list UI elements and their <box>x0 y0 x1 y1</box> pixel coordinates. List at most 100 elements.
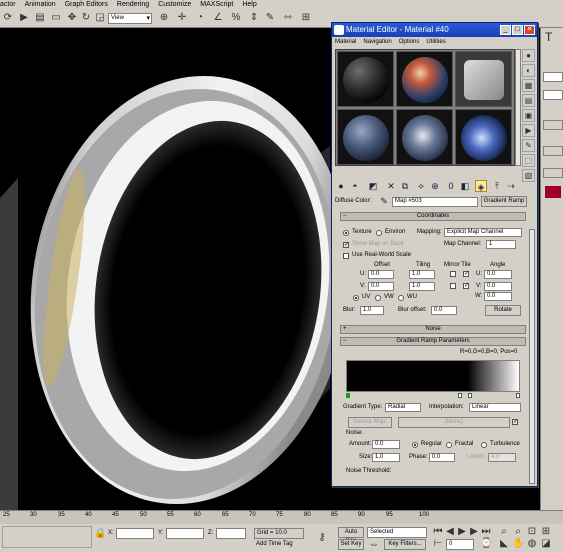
fractal-radio[interactable] <box>446 442 452 448</box>
menu-maxscript[interactable]: MAXScript <box>200 0 233 10</box>
environ-radio[interactable] <box>376 230 382 236</box>
select-object-icon[interactable]: ▶ <box>18 12 30 24</box>
rollouts-scrollbar[interactable] <box>529 229 535 484</box>
object-color-swatch[interactable] <box>545 186 561 198</box>
video-color-check-icon[interactable]: ▣ <box>522 109 535 122</box>
menu-help[interactable]: Help <box>242 0 256 10</box>
go-forward-sibling-icon[interactable]: ⇢ <box>505 180 517 192</box>
material-editor-titlebar[interactable]: Material Editor - Material #40 _ □ ✕ <box>332 23 537 37</box>
pivot-icon[interactable]: ⊕ <box>158 12 170 24</box>
tiling-v-field[interactable]: 1.0 <box>409 282 435 291</box>
select-by-name-icon[interactable]: ▤ <box>34 12 46 24</box>
sample-type-icon[interactable]: ● <box>522 49 535 62</box>
hammer-icon[interactable]: T <box>545 30 559 44</box>
source-map-enable-checkbox[interactable]: ✓ <box>512 419 518 425</box>
regular-radio[interactable] <box>412 442 418 448</box>
real-world-scale-checkbox[interactable] <box>343 253 349 259</box>
current-frame-field[interactable]: 0 <box>446 539 474 550</box>
backlight-icon[interactable]: ◐ <box>522 64 535 77</box>
sample-slots-scrollbar[interactable] <box>515 49 521 166</box>
gradient-type-select[interactable]: Radial <box>385 403 421 412</box>
spinner-snap-icon[interactable]: ⇕ <box>248 12 260 24</box>
percent-snap-icon[interactable]: % <box>230 12 242 24</box>
reset-map-icon[interactable]: ✕ <box>385 180 397 192</box>
sample-slot[interactable] <box>455 109 512 165</box>
panel-button-2[interactable] <box>543 146 563 156</box>
lock-icon[interactable]: 🔒 <box>94 528 106 540</box>
key-mode-select[interactable]: Selected <box>367 527 427 538</box>
copy-material-icon[interactable]: ⧉ <box>399 180 411 192</box>
scale-icon[interactable]: ◲ <box>94 12 106 24</box>
rotate-icon[interactable]: ↻ <box>80 12 92 24</box>
gradient-flag-start[interactable] <box>346 393 350 398</box>
phase-field[interactable]: 0.0 <box>429 453 455 462</box>
turbulence-radio[interactable] <box>481 442 487 448</box>
coordinates-rollout-header[interactable]: − Coordinates <box>340 212 526 221</box>
angle-w-field[interactable]: 0.0 <box>484 292 512 301</box>
mirror-v-checkbox[interactable] <box>450 283 456 289</box>
get-material-icon[interactable]: ● <box>335 180 347 192</box>
named-selection-icon[interactable]: ✎ <box>264 12 276 24</box>
angle-u-field[interactable]: 0.0 <box>484 270 512 279</box>
sample-slot[interactable] <box>337 51 394 107</box>
minimize-button[interactable]: _ <box>500 25 511 35</box>
angle-v-field[interactable]: 0.0 <box>484 282 512 291</box>
select-region-icon[interactable]: ▭ <box>50 12 62 24</box>
pan-icon[interactable]: ✋ <box>512 538 524 550</box>
assign-material-icon[interactable]: ◩ <box>367 180 379 192</box>
noise-rollout-header[interactable]: + Noise <box>340 325 526 334</box>
menu-material[interactable]: Material <box>335 37 356 47</box>
mirror-icon[interactable]: ⇿ <box>282 12 294 24</box>
menu-rendering[interactable]: Rendering <box>117 0 149 10</box>
play-icon[interactable]: ▶ <box>456 526 468 538</box>
map-name-field[interactable]: Map #503 <box>392 197 478 207</box>
auto-key-button[interactable]: Auto Key <box>338 527 364 544</box>
key-mode-toggle-icon[interactable]: ⊢ <box>432 538 444 550</box>
go-start-icon[interactable]: ⏮ <box>432 526 444 538</box>
tiling-u-field[interactable]: 1.0 <box>409 270 435 279</box>
sample-slot[interactable] <box>396 51 453 107</box>
maximize-button[interactable]: □ <box>512 25 523 35</box>
time-config-icon[interactable]: ⌚ <box>480 538 492 550</box>
go-end-icon[interactable]: ⏭ <box>480 526 492 538</box>
menu-utilities[interactable]: Utilities <box>426 37 445 47</box>
menu-customize[interactable]: Customize <box>158 0 191 10</box>
arc-rotate-icon[interactable]: ◍ <box>526 538 538 550</box>
x-coord-field[interactable] <box>116 528 154 539</box>
tile-u-checkbox[interactable]: ✓ <box>463 271 469 277</box>
gradient-ramp-rollout-header[interactable]: − Gradient Ramp Parameters <box>340 337 526 346</box>
zoom-extents-all-icon[interactable]: ⊞ <box>540 526 552 538</box>
map-channel-field[interactable]: 1 <box>486 240 516 249</box>
show-map-icon[interactable]: ◧ <box>459 180 471 192</box>
map-type-button[interactable]: Gradient Ramp <box>481 196 527 207</box>
move-icon[interactable]: ✥ <box>66 12 78 24</box>
angle-snap-icon[interactable]: ∠ <box>212 12 224 24</box>
key-icon[interactable]: ⚷ <box>316 532 328 544</box>
put-to-library-icon[interactable]: ⊕ <box>429 180 441 192</box>
menu-navigation[interactable]: Navigation <box>363 37 391 47</box>
select-manipulate-icon[interactable]: ✛ <box>176 12 188 24</box>
offset-u-field[interactable]: 0.0 <box>368 270 394 279</box>
zoom-icon[interactable]: ⌕ <box>498 526 510 538</box>
timeline[interactable]: 25 30 35 40 45 50 55 60 65 70 75 80 85 9… <box>0 510 563 524</box>
key-mode-icon[interactable]: ⇔ <box>368 539 380 551</box>
modifier-field[interactable] <box>543 90 563 100</box>
sample-slot[interactable] <box>396 109 453 165</box>
amount-field[interactable]: 0.0 <box>372 440 400 449</box>
background-checker-icon[interactable]: ▦ <box>522 79 535 92</box>
go-to-parent-icon[interactable]: ⤒ <box>491 180 503 192</box>
vw-radio[interactable] <box>375 295 381 301</box>
add-time-tag[interactable]: Add Time Tag <box>256 539 293 550</box>
bind-icon[interactable]: ⟳ <box>2 12 14 24</box>
field-of-view-icon[interactable]: ◣ <box>498 538 510 550</box>
levels-field[interactable]: 4.0 <box>488 453 516 462</box>
mirror-u-checkbox[interactable] <box>450 271 456 277</box>
modifier-list[interactable] <box>543 72 563 82</box>
key-filters-button[interactable]: Key Filters... <box>384 539 426 550</box>
panel-button-3[interactable] <box>543 168 563 178</box>
menu-animation[interactable]: Animation <box>25 0 56 10</box>
prev-frame-icon[interactable]: ◀ <box>444 526 456 538</box>
pick-material-icon[interactable]: ✎ <box>378 195 390 207</box>
set-key-button[interactable]: Set Key <box>338 539 364 550</box>
zoom-all-icon[interactable]: ⌕ <box>512 526 524 538</box>
